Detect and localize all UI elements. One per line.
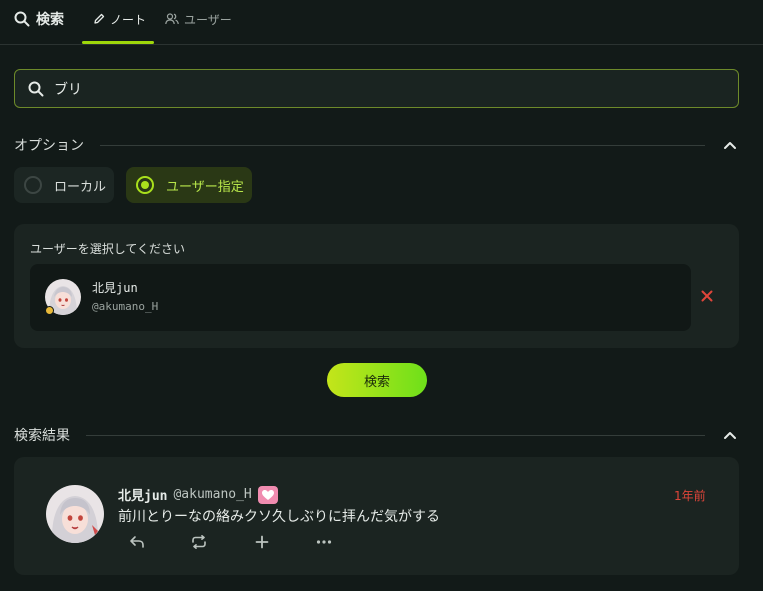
selected-user-card[interactable]: 北見jun @akumano_H (30, 264, 691, 331)
more-icon (316, 540, 332, 544)
page-title: 検索 (14, 9, 64, 29)
note-text: 前川とりーなの絡みクソ久しぶりに拝んだ気がする (118, 509, 440, 525)
note-author-handle[interactable]: @akumano_H (173, 487, 251, 502)
renote-button[interactable] (190, 533, 208, 551)
user-select-label: ユーザーを選択してください (30, 242, 186, 256)
option-user-specified[interactable]: ユーザー指定 (126, 167, 252, 203)
tab-users[interactable]: ユーザー (165, 9, 232, 29)
options-section-header[interactable]: オプション (14, 135, 739, 155)
plus-icon (255, 535, 269, 549)
option-local-label: ローカル (54, 179, 107, 195)
heart-badge-icon (257, 485, 278, 504)
header: 検索 ノート ユーザー (0, 0, 763, 45)
selected-user-name: 北見jun (92, 281, 138, 295)
remove-user-button[interactable] (699, 288, 715, 304)
search-input[interactable]: ブリ (14, 69, 739, 108)
users-icon (165, 13, 179, 25)
chevron-up-icon[interactable] (721, 426, 739, 444)
tab-notes-label: ノート (110, 12, 147, 27)
note-header: 北見jun @akumano_H (118, 485, 278, 504)
reply-button[interactable] (128, 533, 146, 551)
avatar[interactable] (46, 485, 104, 543)
results-label: 検索結果 (14, 428, 70, 444)
chevron-up-icon[interactable] (721, 136, 739, 154)
tab-notes[interactable]: ノート (93, 9, 146, 29)
reaction-button[interactable] (253, 533, 271, 551)
pencil-icon (94, 13, 105, 24)
note-timestamp[interactable]: 1年前 (674, 487, 706, 504)
options-label: オプション (14, 138, 84, 154)
radio-off-icon[interactable] (24, 176, 42, 194)
option-user-specified-label: ユーザー指定 (166, 179, 244, 195)
divider (100, 144, 705, 146)
note-card[interactable]: 北見jun @akumano_H 1年前 前川とりーなの絡みクソ久しぶりに拝んだ… (14, 457, 739, 575)
search-input-value: ブリ (54, 81, 82, 98)
search-icon (28, 81, 44, 96)
user-select-panel: ユーザーを選択してください 北見jun @akumano_H (14, 224, 739, 348)
reply-icon (130, 536, 144, 548)
divider (86, 434, 705, 436)
option-local[interactable]: ローカル (14, 167, 114, 203)
search-icon (14, 11, 30, 27)
more-button[interactable] (315, 533, 333, 551)
search-button[interactable]: 検索 (327, 363, 427, 397)
results-section-header[interactable]: 検索結果 (14, 425, 739, 445)
tab-users-label: ユーザー (184, 12, 232, 27)
close-icon (701, 290, 713, 302)
page-title-text: 検索 (36, 12, 64, 28)
status-indicator (45, 306, 54, 315)
active-tab-indicator (82, 41, 154, 44)
selected-user-handle: @akumano_H (92, 300, 159, 313)
radio-on-icon[interactable] (136, 176, 154, 194)
renote-icon (192, 535, 206, 549)
note-author-name[interactable]: 北見jun (118, 485, 167, 504)
